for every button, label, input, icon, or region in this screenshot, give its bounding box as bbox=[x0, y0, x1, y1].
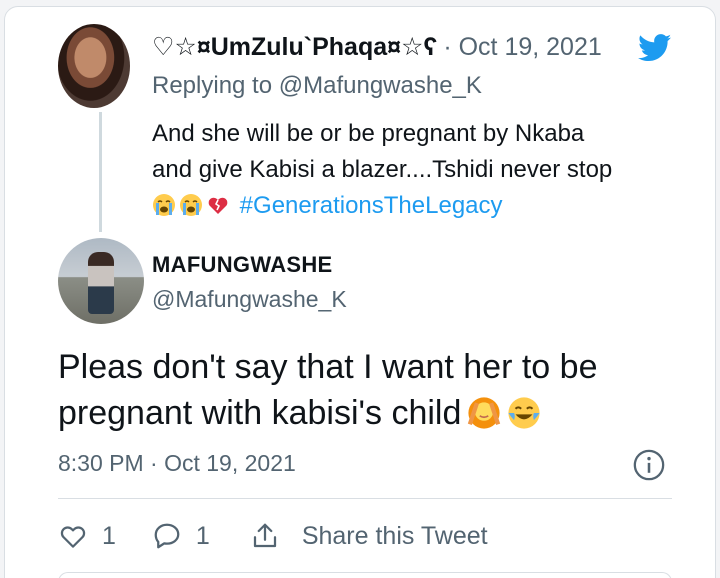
thread-connector-line bbox=[99, 112, 102, 232]
replying-to-handle[interactable]: @Mafungwashe_K bbox=[279, 72, 482, 99]
person-gesturing-no-icon bbox=[468, 397, 501, 429]
reply-tweet-date[interactable]: · Oct 19, 2021 bbox=[443, 33, 601, 62]
info-icon[interactable] bbox=[632, 448, 666, 482]
reply-author-avatar[interactable] bbox=[58, 24, 130, 108]
replying-to-line: Replying to @Mafungwashe_K bbox=[152, 72, 482, 100]
reply-count: 1 bbox=[195, 521, 210, 550]
replying-to-label: Replying to bbox=[152, 72, 273, 99]
tweet-timestamp[interactable]: 8:30 PM · Oct 19, 2021 bbox=[58, 450, 296, 477]
next-card-edge bbox=[58, 572, 672, 578]
avatar-photo-figure bbox=[88, 252, 114, 314]
reply-tweet-header: ♡☆¤UmZulu`Phaqa¤☆ʕ · Oct 19, 2021 bbox=[152, 32, 602, 62]
like-button[interactable]: 1 bbox=[58, 521, 116, 551]
tweet-action-bar: 1 1 Share this Tweet bbox=[58, 516, 488, 556]
speech-bubble-icon bbox=[154, 523, 180, 549]
twitter-bird-icon bbox=[638, 34, 672, 62]
reply-text-line-2: and give Kabisi a blazer....Tshidi never… bbox=[152, 156, 613, 183]
share-label: Share this Tweet bbox=[301, 521, 488, 550]
share-button[interactable]: Share this Tweet bbox=[250, 521, 488, 551]
reply-text-line-3: #GenerationsTheLegacy bbox=[152, 188, 672, 224]
main-text-line-1: Pleas don't say that I want her to be bbox=[58, 348, 598, 386]
main-text-line-2-wrap: pregnant with kabisi's child bbox=[58, 390, 678, 436]
main-author-handle[interactable]: @Mafungwashe_K bbox=[152, 286, 347, 313]
main-author-avatar[interactable] bbox=[58, 238, 144, 324]
share-upload-icon bbox=[253, 523, 276, 548]
main-text-line-2: pregnant with kabisi's child bbox=[58, 394, 462, 432]
hashtag-link[interactable]: #GenerationsTheLegacy bbox=[240, 192, 503, 219]
broken-heart-icon bbox=[208, 197, 228, 214]
like-count: 1 bbox=[102, 521, 116, 550]
main-tweet-text: Pleas don't say that I want her to be pr… bbox=[58, 344, 678, 436]
heart-icon bbox=[60, 526, 86, 548]
action-bar-divider bbox=[58, 498, 672, 499]
reply-button[interactable]: 1 bbox=[152, 521, 210, 551]
reply-author-name[interactable]: ♡☆¤UmZulu`Phaqa¤☆ʕ bbox=[152, 32, 437, 62]
main-author-name[interactable]: MAFUNGWASHE bbox=[152, 252, 333, 278]
face-with-tears-of-joy-icon bbox=[508, 397, 540, 429]
reply-tweet-text: And she will be or be pregnant by Nkaba … bbox=[152, 116, 672, 224]
reply-text-line-1: And she will be or be pregnant by Nkaba bbox=[152, 120, 585, 147]
loudly-crying-face-icon bbox=[180, 194, 202, 216]
loudly-crying-face-icon bbox=[153, 194, 175, 216]
